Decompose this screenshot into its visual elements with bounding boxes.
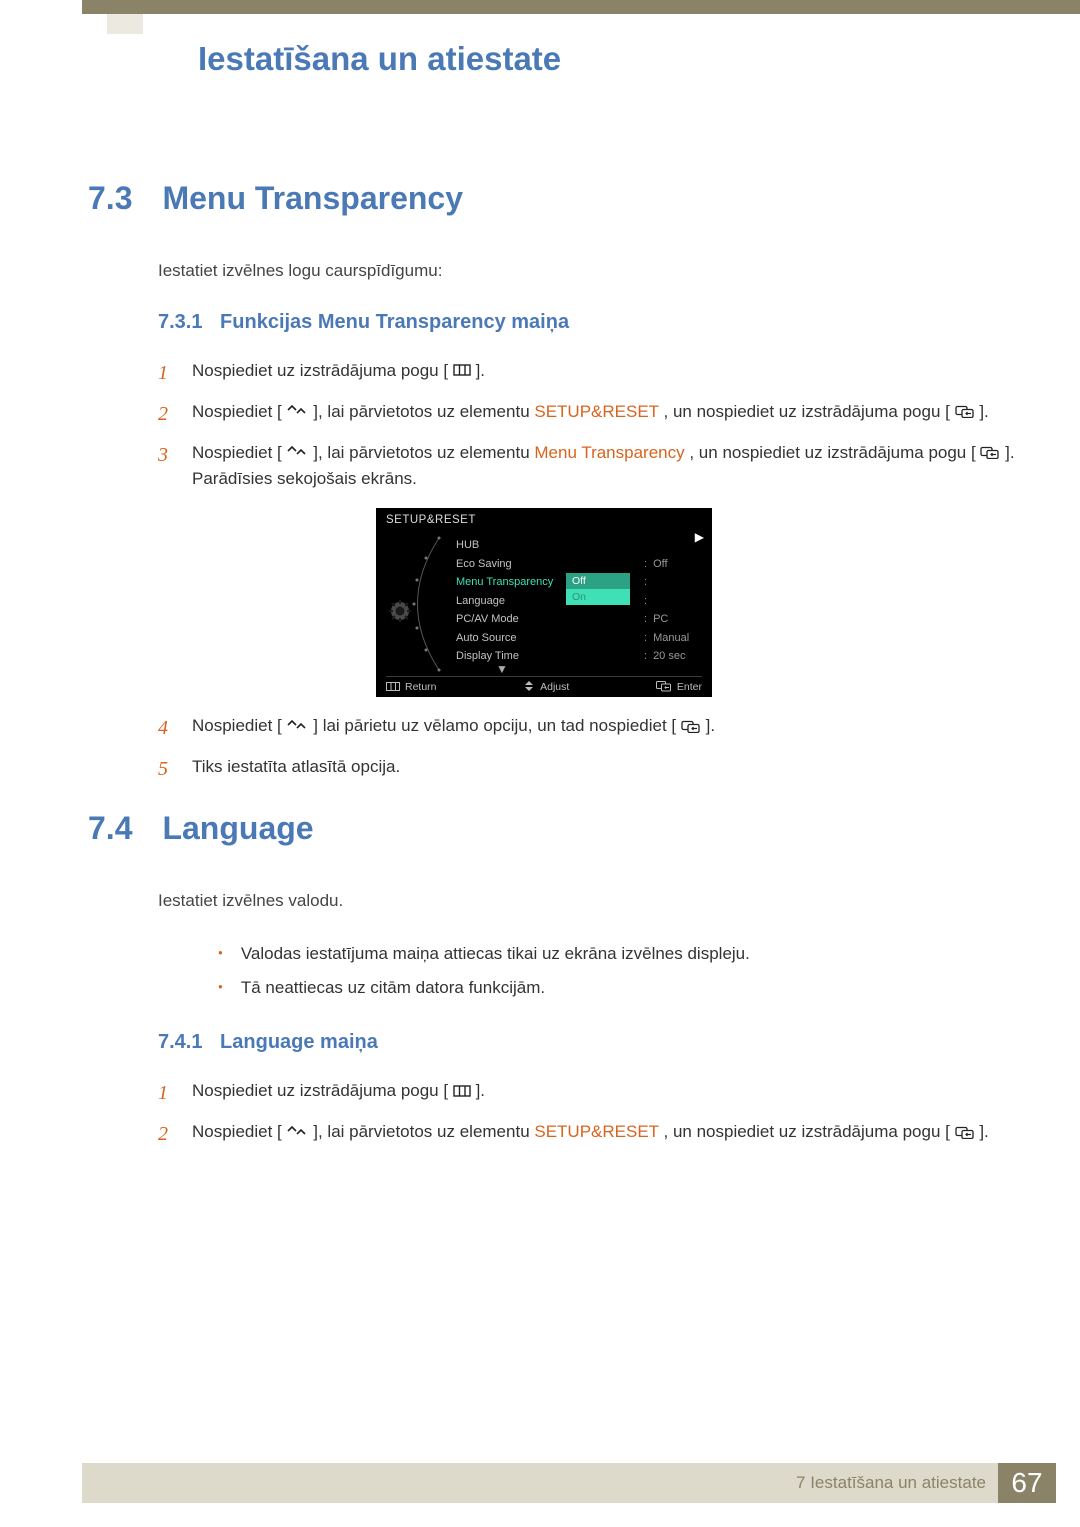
section-description: Iestatiet izvēlnes valodu. (158, 889, 1020, 913)
highlight-text: SETUP&RESET (534, 402, 658, 421)
step-text: Nospiediet [ ], lai pārvietotos uz eleme… (192, 1119, 989, 1145)
subsection-title: Language maiņa (220, 1031, 378, 1053)
step-text: Nospiediet [ ] lai pārietu uz vēlamo opc… (192, 713, 715, 739)
up-down-icon (287, 720, 309, 732)
enter-icon (656, 681, 672, 692)
step-number: 1 (158, 1078, 174, 1109)
osd-row: PC/AV Mode:PC (456, 610, 708, 629)
step-number: 3 (158, 440, 174, 471)
step-number: 2 (158, 399, 174, 430)
subsection-number: 7.4.1 (158, 1031, 202, 1053)
chapter-title: Iestatīšana un atiestate (198, 40, 561, 78)
step-number: 5 (158, 754, 174, 785)
step-item: 1 Nospiediet uz izstrādājuma pogu [ ]. (158, 1078, 1020, 1109)
steps-list-continued: 4 Nospiediet [ ] lai pārietu uz vēlamo o… (158, 713, 1020, 785)
subsection-heading: 7.3.1 Funkcijas Menu Transparency maiņa (158, 311, 1020, 334)
highlight-text: SETUP&RESET (534, 1122, 658, 1141)
osd-row: Auto Source:Manual (456, 629, 708, 648)
bullet-item: Tā neattiecas uz citām datora funkcijām. (218, 975, 1020, 1001)
step-text: Nospiediet uz izstrādājuma pogu [ ]. (192, 358, 485, 384)
menu-icon (453, 1085, 471, 1097)
step-item: 3 Nospiediet [ ], lai pārvietotos uz ele… (158, 440, 1020, 493)
steps-list: 1 Nospiediet uz izstrādājuma pogu [ ]. 2… (158, 1078, 1020, 1150)
gear-icon (389, 600, 411, 625)
bullet-item: Valodas iestatījuma maiņa attiecas tikai… (218, 941, 1020, 967)
osd-row: HUB (456, 536, 708, 555)
highlight-text: Menu Transparency (534, 443, 684, 462)
up-down-icon (287, 446, 309, 458)
subsection-number: 7.3.1 (158, 311, 202, 333)
up-down-icon (287, 405, 309, 417)
osd-row-selected: Menu Transparency: (456, 573, 708, 592)
section-7-4: 7.4 Language Iestatiet izvēlnes valodu. … (88, 810, 1020, 1160)
section-number: 7.4 (88, 810, 146, 847)
subsection-heading: 7.4.1 Language maiņa (158, 1031, 1020, 1054)
header-stripe (82, 0, 1080, 14)
osd-row: Language: (456, 592, 708, 611)
osd-row: Eco Saving:Off (456, 555, 708, 574)
step-item: 2 Nospiediet [ ], lai pārvietotos uz ele… (158, 1119, 1020, 1150)
step-number: 2 (158, 1119, 174, 1150)
up-down-icon (287, 1126, 309, 1138)
page-footer: 7 Iestatīšana un atiestate 67 (82, 1463, 1056, 1503)
osd-screenshot: SETUP&RESET ▶ ▼ Off (68, 508, 1020, 697)
section-title: Language (162, 810, 313, 846)
osd-row: Display Time:20 sec (456, 647, 708, 666)
steps-list: 1 Nospiediet uz izstrādājuma pogu [ ]. 2… (158, 358, 1020, 493)
step-text: Nospiediet [ ], lai pārvietotos uz eleme… (192, 440, 1020, 493)
step-item: 5 Tiks iestatīta atlasītā opcija. (158, 754, 1020, 785)
step-text: Nospiediet uz izstrādājuma pogu [ ]. (192, 1078, 485, 1104)
menu-icon (386, 682, 400, 691)
note-bullets: Valodas iestatījuma maiņa attiecas tikai… (218, 941, 1020, 1002)
enter-icon (681, 720, 701, 733)
enter-icon (980, 446, 1000, 459)
step-item: 1 Nospiediet uz izstrādājuma pogu [ ]. (158, 358, 1020, 389)
section-7-3: 7.3 Menu Transparency Iestatiet izvēlnes… (88, 180, 1020, 795)
section-title: Menu Transparency (162, 180, 463, 216)
adjust-icon (523, 680, 535, 692)
step-text: Nospiediet [ ], lai pārvietotos uz eleme… (192, 399, 989, 425)
header-tab (107, 14, 143, 34)
enter-icon (955, 1126, 975, 1139)
osd-title: SETUP&RESET (386, 514, 702, 526)
section-description: Iestatiet izvēlnes logu caurspīdīgumu: (158, 259, 1020, 283)
page-number: 67 (998, 1463, 1056, 1503)
subsection-title: Funkcijas Menu Transparency maiņa (220, 311, 569, 333)
step-item: 2 Nospiediet [ ], lai pārvietotos uz ele… (158, 399, 1020, 430)
step-number: 4 (158, 713, 174, 744)
step-number: 1 (158, 358, 174, 389)
step-item: 4 Nospiediet [ ] lai pārietu uz vēlamo o… (158, 713, 1020, 744)
section-number: 7.3 (88, 180, 146, 217)
footer-chapter-label: 7 Iestatīšana un atiestate (796, 1473, 986, 1493)
osd-footer: Return Adjust Enter (386, 676, 702, 693)
enter-icon (955, 405, 975, 418)
menu-icon (453, 364, 471, 376)
step-text: Tiks iestatīta atlasītā opcija. (192, 754, 400, 780)
